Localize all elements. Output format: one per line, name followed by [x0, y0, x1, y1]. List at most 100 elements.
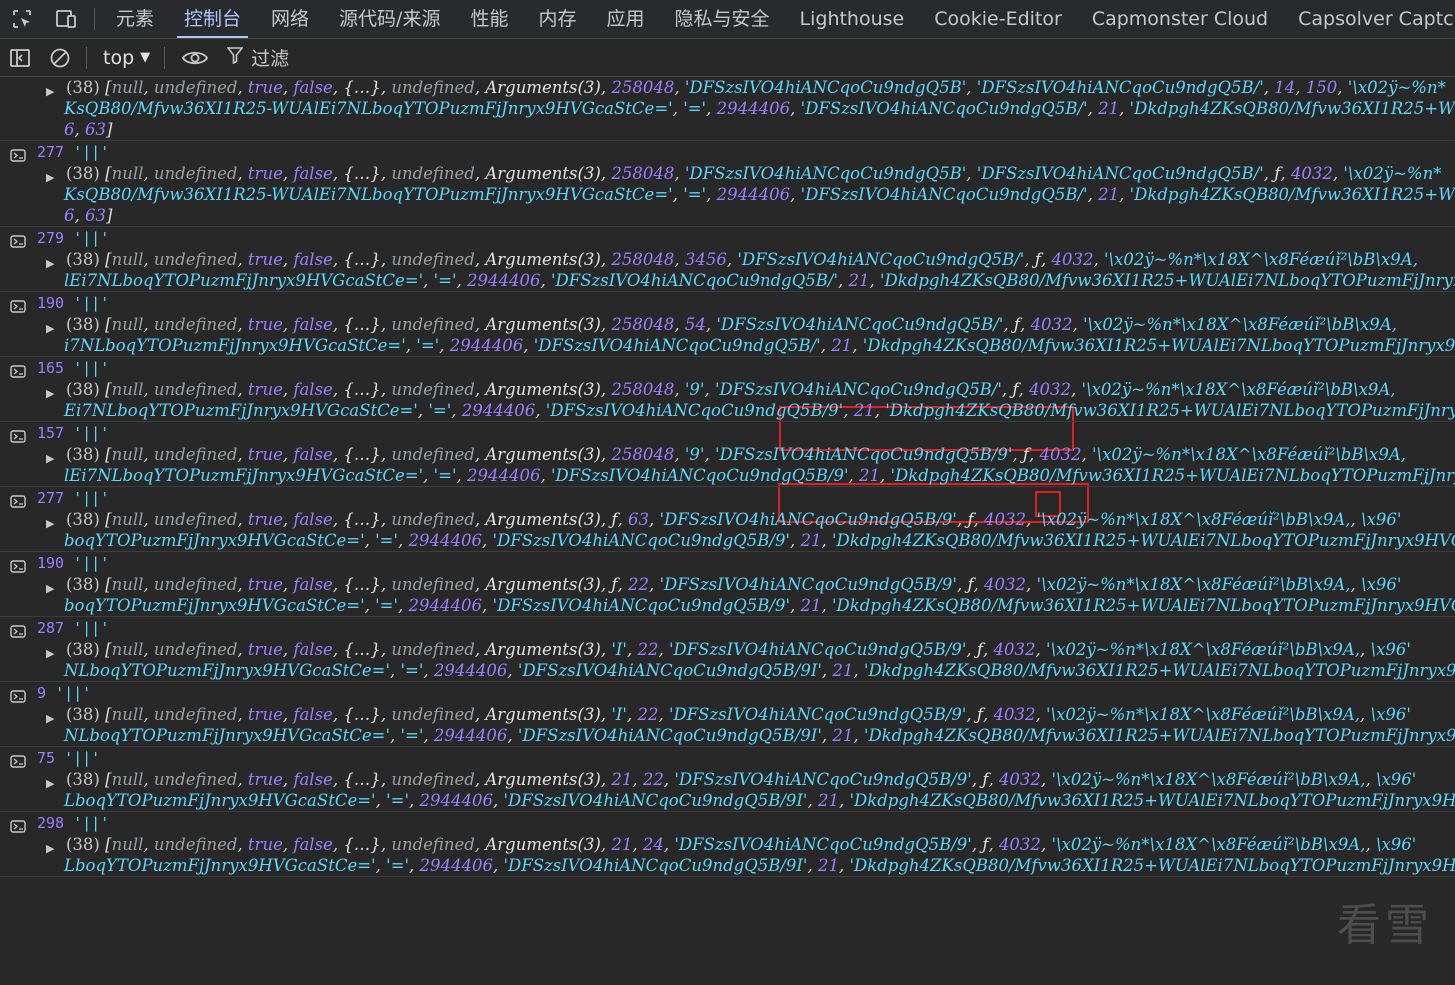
expand-triangle-icon[interactable]: ▶: [46, 383, 54, 404]
array-value[interactable]: {…}: [343, 510, 381, 529]
array-preview[interactable]: ▶ (38) [null, undefined, true, false, {…}…: [0, 574, 1455, 595]
array-preview[interactable]: ▶ (38) [null, undefined, true, false, {…}…: [0, 163, 1455, 184]
context-selector[interactable]: top ▼: [93, 47, 158, 69]
array-value[interactable]: {…}: [343, 575, 381, 594]
array-value[interactable]: {…}: [343, 770, 381, 789]
expand-triangle-icon[interactable]: ▶: [46, 513, 54, 534]
logged-string: '||': [73, 143, 110, 161]
array-preview-continued: lEi7NLboqYTOPuzmFjJnryx9HVGcaStCe=', '='…: [0, 465, 1455, 486]
array-value: LboqYTOPuzmFjJnryx9HVGcaStCe=': [64, 791, 376, 810]
array-value: false: [293, 250, 333, 269]
tab-0[interactable]: 元素: [101, 0, 169, 38]
array-value: 'Dkdpgh4ZKsQB80/Mfvw36XI1R25+WUAlEi7NLbo…: [832, 596, 1455, 615]
array-value: 21: [611, 770, 633, 789]
array-value: 14: [1274, 78, 1296, 97]
array-value: '=': [386, 856, 409, 875]
filter-input[interactable]: 过滤: [226, 44, 289, 71]
array-value: null: [111, 770, 144, 789]
device-toolbar-icon[interactable]: [44, 0, 88, 38]
array-value: '\x02ÿ~%n*\x18X^\x8Féæúǐ²\bB\x9A,: [1092, 445, 1407, 464]
array-value: ƒ: [982, 835, 989, 854]
array-value[interactable]: {…}: [343, 315, 381, 334]
array-value: true: [247, 640, 283, 659]
expand-triangle-icon[interactable]: ▶: [46, 773, 54, 794]
array-value[interactable]: {…}: [343, 380, 381, 399]
console-entry: ▶ (38) [null, undefined, true, false, {…}…: [0, 77, 1455, 141]
array-value: 'DFSzsIVO4hiANCqoCu9ndgQ5B': [684, 78, 967, 97]
array-value: true: [247, 315, 283, 334]
tab-9[interactable]: Cookie-Editor: [919, 0, 1077, 38]
array-preview-continued: NLboqYTOPuzmFjJnryx9HVGcaStCe=', '=', 29…: [0, 725, 1455, 746]
live-expression-eye-icon[interactable]: [171, 39, 219, 76]
array-value[interactable]: {…}: [343, 250, 381, 269]
array-value: Arguments(3): [485, 315, 601, 334]
array-value: 'DFSzsIVO4hiANCqoCu9ndgQ5B/9I': [503, 856, 808, 875]
array-value: undefined: [153, 250, 238, 269]
array-preview[interactable]: ▶ (38) [null, undefined, true, false, {…}…: [0, 769, 1455, 790]
tab-2[interactable]: 网络: [256, 0, 324, 38]
logged-string: '||': [73, 489, 110, 507]
array-value[interactable]: {…}: [343, 78, 381, 97]
expand-triangle-icon[interactable]: ▶: [46, 167, 54, 188]
array-value[interactable]: {…}: [343, 640, 381, 659]
tab-4[interactable]: 性能: [455, 0, 523, 38]
array-preview[interactable]: ▶ (38) [null, undefined, true, false, {…}…: [0, 249, 1455, 270]
array-value: '\x02ÿ~%n*\x18X^\x8Féæúǐ²\bB\x9A,: [1081, 380, 1396, 399]
array-value: 4032: [998, 770, 1041, 789]
array-preview-end: 6, 63]: [64, 120, 113, 139]
array-value: '9': [684, 380, 705, 399]
expand-triangle-icon[interactable]: ▶: [46, 448, 54, 469]
array-value[interactable]: {…}: [343, 835, 381, 854]
expand-triangle-icon[interactable]: ▶: [46, 838, 54, 859]
tab-3[interactable]: 源代码/来源: [324, 0, 455, 38]
array-preview[interactable]: ▶ (38) [null, undefined, true, false, {…}…: [0, 444, 1455, 465]
expand-triangle-icon[interactable]: ▶: [46, 81, 54, 102]
array-value[interactable]: {…}: [343, 164, 381, 183]
clear-console-icon[interactable]: [40, 39, 80, 76]
array-value: undefined: [391, 705, 475, 724]
array-value: ƒ: [976, 640, 984, 659]
array-value: 'DFSzsIVO4hiANCqoCu9ndgQ5B/': [976, 164, 1264, 183]
array-preview[interactable]: ▶ (38) [null, undefined, true, false, {…}…: [0, 639, 1455, 660]
array-value: undefined: [153, 835, 238, 854]
expand-triangle-icon[interactable]: ▶: [46, 643, 54, 664]
array-preview[interactable]: ▶ (38) [null, undefined, true, false, {…}…: [0, 77, 1455, 98]
array-value: 2944406: [433, 661, 508, 680]
array-value: undefined: [153, 78, 238, 97]
tab-10[interactable]: Capmonster Cloud: [1077, 0, 1283, 38]
expand-triangle-icon[interactable]: ▶: [46, 318, 54, 339]
array-value: '\x02ÿ~%n*\x18X^\x8Féæúǐ²\bB\x9A,: [1046, 705, 1361, 724]
chevron-down-icon: ▼: [140, 50, 151, 65]
expand-triangle-icon[interactable]: ▶: [46, 708, 54, 729]
tab-8[interactable]: Lighthouse: [785, 0, 920, 38]
expand-triangle-icon[interactable]: ▶: [46, 253, 54, 274]
array-value: true: [247, 770, 283, 789]
tab-1[interactable]: 控制台: [169, 0, 256, 38]
tab-11[interactable]: Capsolver Captcha Detector: [1283, 0, 1455, 38]
array-value: boqYTOPuzmFjJnryx9HVGcaStCe=': [64, 596, 365, 615]
tab-6[interactable]: 应用: [591, 0, 659, 38]
array-preview[interactable]: ▶ (38) [null, undefined, true, false, {…}…: [0, 379, 1455, 400]
array-value: undefined: [391, 380, 475, 399]
array-value: 'DFSzsIVO4hiANCqoCu9ndgQ5B/': [800, 99, 1088, 118]
sidebar-toggle-icon[interactable]: [0, 39, 40, 76]
tab-7[interactable]: 隐私与安全: [660, 0, 785, 38]
array-value: 2944406: [433, 726, 508, 745]
logged-number: 287: [37, 619, 65, 637]
array-value: ƒ: [1034, 250, 1041, 269]
expand-triangle-icon[interactable]: ▶: [46, 578, 54, 599]
array-preview[interactable]: ▶ (38) [null, undefined, true, false, {…}…: [0, 509, 1455, 530]
inspect-element-icon[interactable]: [0, 0, 44, 38]
array-preview[interactable]: ▶ (38) [null, undefined, true, false, {…}…: [0, 834, 1455, 855]
array-preview-continued: KsQB80/Mfvw36XI1R25-WUAlEi7NLboqYTOPuzmF…: [0, 184, 1455, 205]
logged-string: '||': [73, 294, 110, 312]
array-preview[interactable]: ▶ (38) [null, undefined, true, false, {…}…: [0, 314, 1455, 335]
array-value[interactable]: {…}: [343, 445, 381, 464]
tab-5[interactable]: 内存: [523, 0, 591, 38]
array-value: 2944406: [419, 856, 493, 875]
array-value[interactable]: {…}: [343, 705, 381, 724]
array-value: '\x02ÿ~%n*: [1343, 164, 1442, 183]
array-preview[interactable]: ▶ (38) [null, undefined, true, false, {…}…: [0, 704, 1455, 725]
array-value: false: [293, 510, 333, 529]
array-value: 2944406: [419, 791, 493, 810]
